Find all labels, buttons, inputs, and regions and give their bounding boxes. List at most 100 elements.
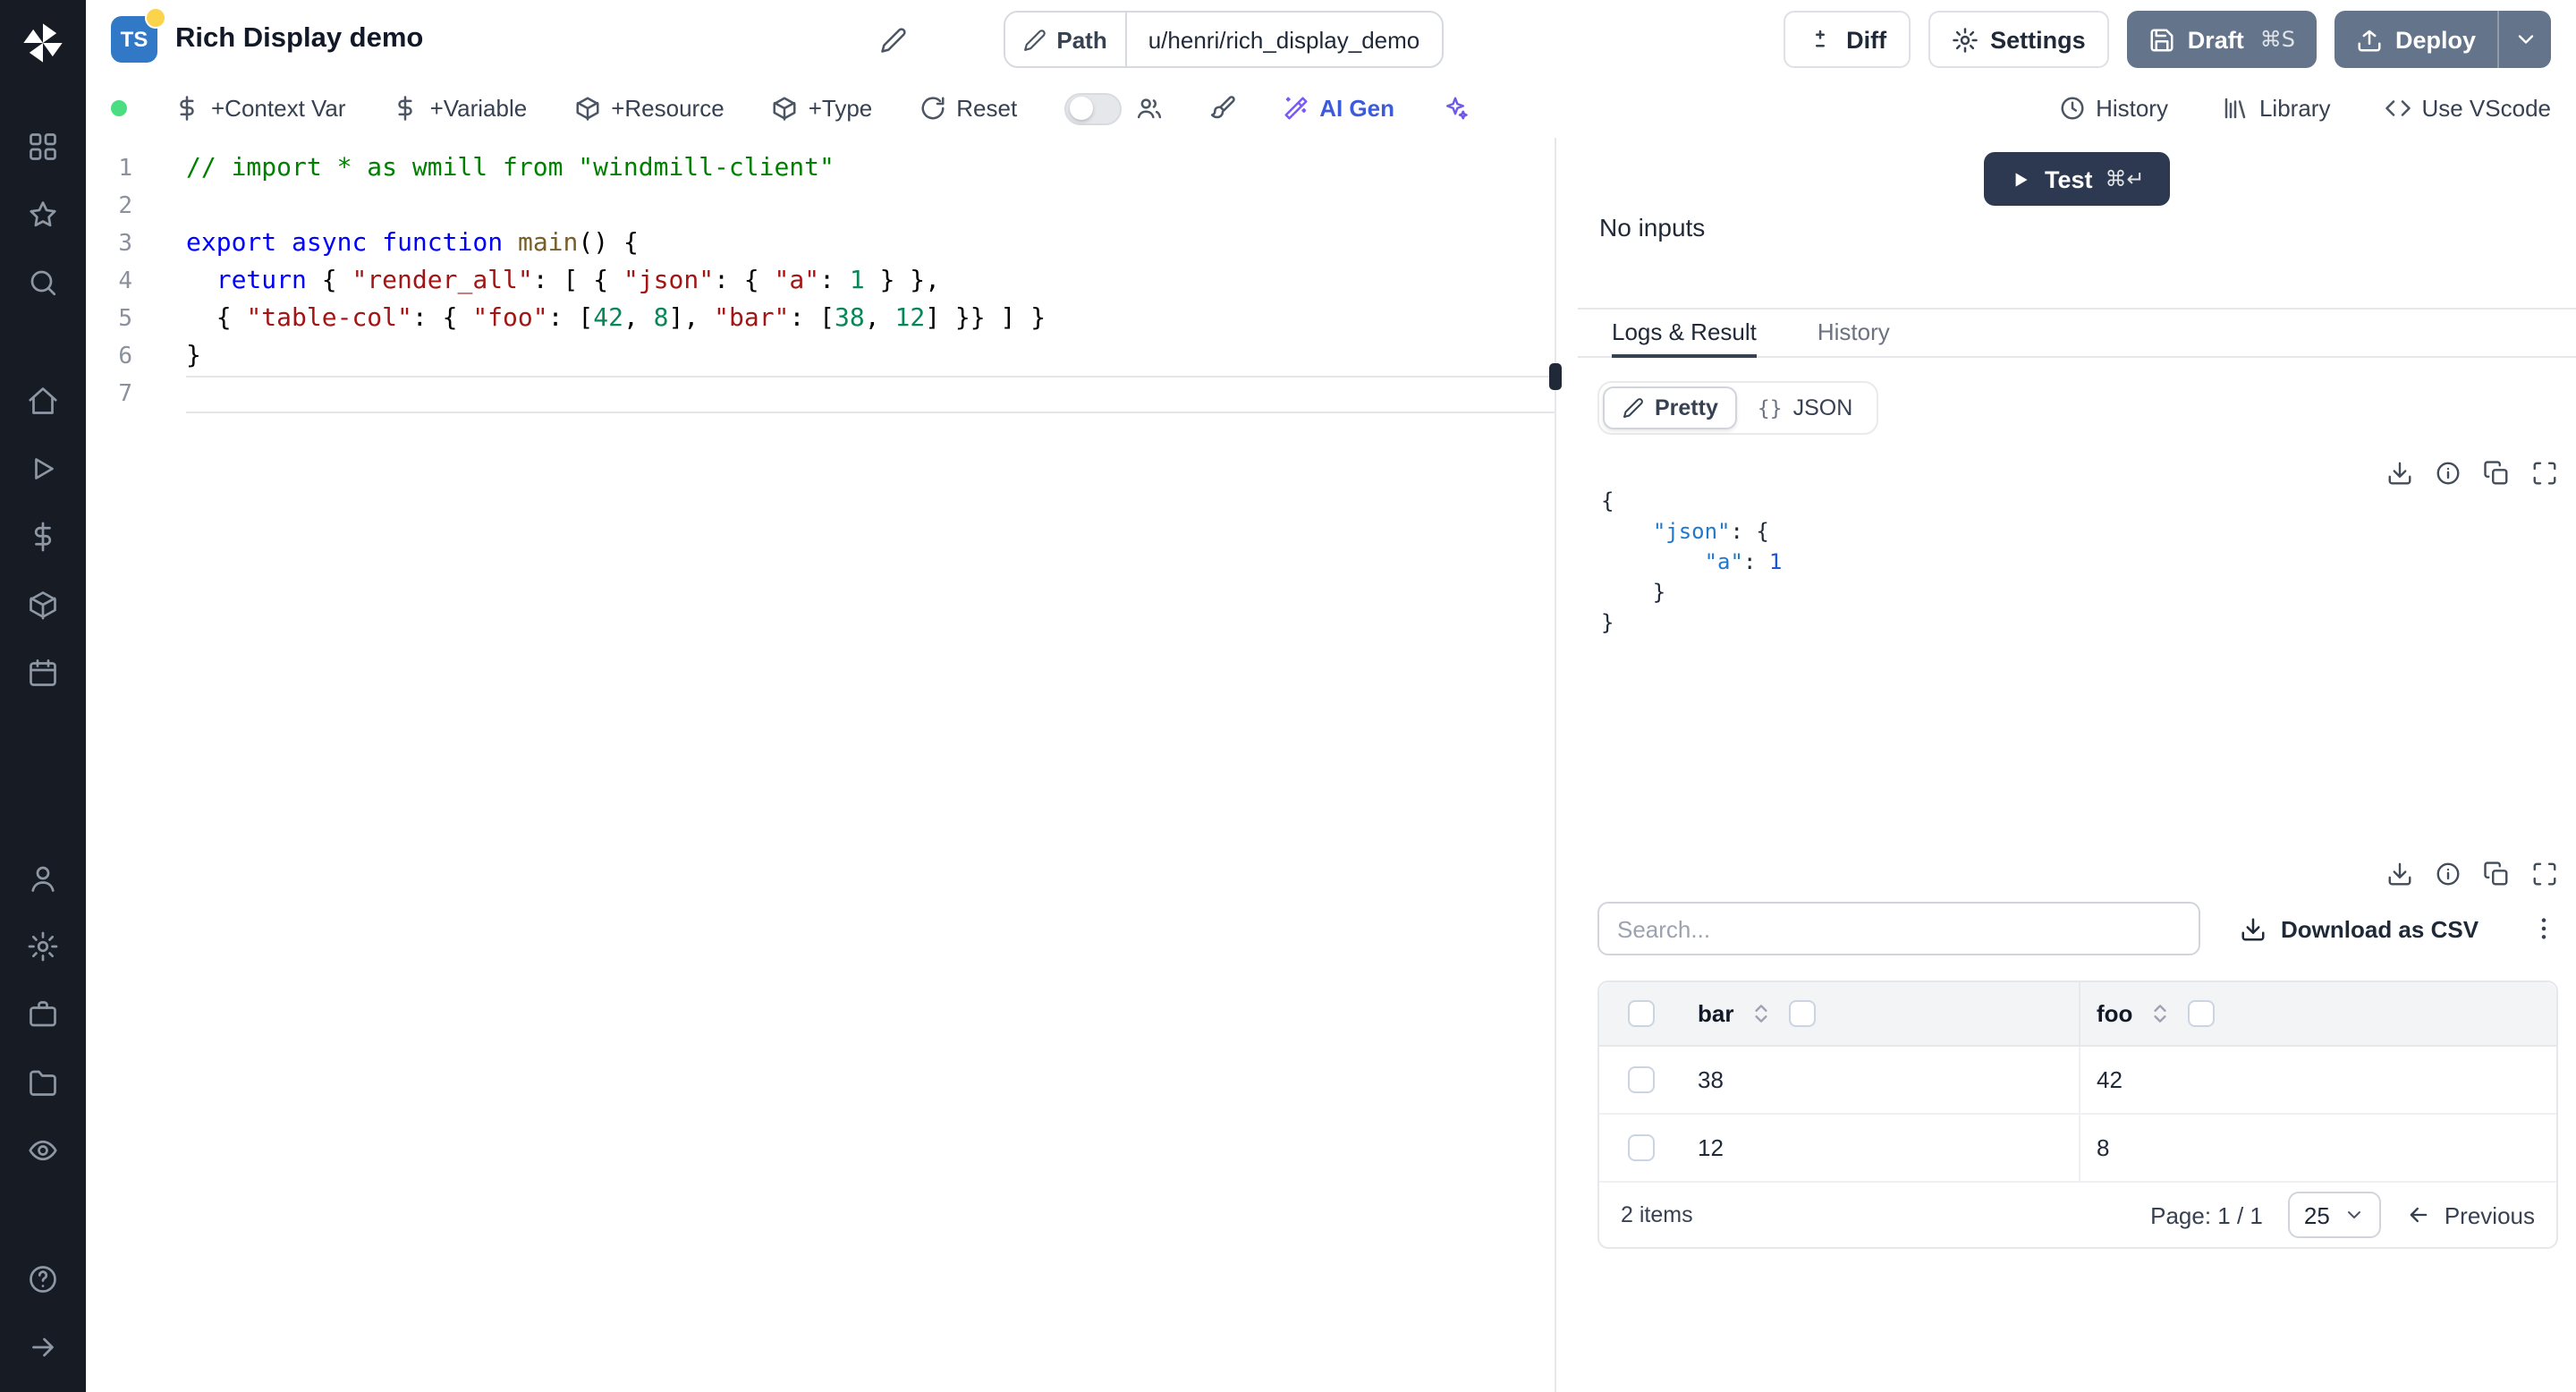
emoji-badge (145, 7, 166, 29)
table-result-actions (2386, 861, 2558, 887)
add-context-var-button[interactable]: +Context Var (174, 95, 346, 122)
script-path[interactable]: u/henri/rich_display_demo (1127, 13, 1442, 66)
app-sidebar (0, 0, 86, 1392)
nav-audit-logs-icon[interactable] (7, 1116, 79, 1184)
row-checkbox[interactable] (1627, 1066, 1654, 1093)
no-inputs-label: No inputs (1599, 213, 1706, 242)
add-variable-button[interactable]: +Variable (393, 95, 527, 122)
pane-splitter[interactable] (1549, 138, 1578, 1392)
code-lines[interactable]: // import * as wmill from "windmill-clie… (175, 150, 1555, 1392)
download-icon[interactable] (2386, 861, 2413, 887)
column-header: bar (1698, 1000, 1734, 1027)
nav-schedules-icon[interactable] (7, 639, 79, 707)
status-dot (111, 100, 127, 116)
nav-help-icon[interactable] (7, 1245, 79, 1313)
copy-icon[interactable] (2483, 861, 2510, 887)
download-csv-button[interactable]: Download as CSV (2240, 915, 2479, 942)
nav-folders-icon[interactable] (7, 1048, 79, 1116)
code-editor[interactable]: 1234567 // import * as wmill from "windm… (86, 138, 1555, 1392)
sort-icon[interactable] (1750, 1002, 1773, 1025)
result-tabs: Logs & Result History (1578, 310, 2576, 358)
info-icon[interactable] (2435, 460, 2462, 487)
splitter-handle-icon[interactable] (1549, 363, 1562, 390)
nav-variables-icon[interactable] (7, 503, 79, 571)
history-button[interactable]: History (2058, 95, 2168, 122)
typescript-badge: TS (111, 7, 166, 63)
json-result-actions (2386, 460, 2558, 487)
reset-button[interactable]: Reset (919, 95, 1017, 122)
nav-user-icon[interactable] (7, 845, 79, 912)
sparkles-icon[interactable] (1441, 95, 1468, 122)
settings-button[interactable]: Settings (1928, 11, 2109, 68)
test-button[interactable]: Test ⌘↵ (1984, 152, 2170, 206)
library-button[interactable]: Library (2222, 95, 2330, 122)
users-icon[interactable] (1135, 95, 1162, 122)
editor-toolbar: +Context Var +Variable +Resource +Type R… (86, 79, 2576, 138)
view-pretty-button[interactable]: Pretty (1603, 386, 1738, 429)
result-table: bar foo 38 42 12 8 2 items Page: 1 / 1 2… (1597, 980, 2558, 1249)
sidebar-collapse-icon[interactable] (7, 1313, 79, 1381)
page-size-select[interactable]: 25 (2287, 1192, 2382, 1238)
draft-button[interactable]: Draft ⌘S (2126, 11, 2317, 68)
column-header: foo (2097, 1000, 2133, 1027)
test-shortcut: ⌘↵ (2105, 166, 2145, 191)
result-body: Pretty {} JSON { "json": {"a": 1}} Se… (1578, 358, 2576, 1392)
table-row[interactable]: 38 42 (1599, 1047, 2556, 1115)
column-checkbox[interactable] (2188, 1000, 2216, 1027)
tab-history[interactable]: History (1818, 310, 1890, 358)
table-row[interactable]: 12 8 (1599, 1115, 2556, 1183)
arrow-left-icon (2411, 1207, 2428, 1223)
header: TS Rich Display demo Path u/henri/rich_d… (86, 0, 2576, 79)
ai-gen-button[interactable]: AI Gen (1282, 95, 1394, 122)
page-indicator: Page: 1 / 1 (2150, 1201, 2263, 1228)
table-footer: 2 items Page: 1 / 1 25 Previous (1599, 1183, 2556, 1247)
use-vscode-button[interactable]: Use VScode (2384, 95, 2551, 122)
search-input[interactable] (1597, 902, 2200, 955)
expand-icon[interactable] (2531, 460, 2558, 487)
select-all-checkbox[interactable] (1627, 1000, 1654, 1027)
copy-icon[interactable] (2483, 460, 2510, 487)
windmill-logo[interactable] (16, 16, 70, 70)
table-toolbar: Download as CSV (1597, 902, 2558, 955)
items-count: 2 items (1621, 1202, 1693, 1227)
tab-logs-result[interactable]: Logs & Result (1612, 310, 1757, 358)
multiplayer-toggle[interactable] (1063, 92, 1122, 124)
nav-apps-grid-icon[interactable] (7, 113, 79, 181)
page-title: Rich Display demo (175, 23, 424, 54)
nav-runs-icon[interactable] (7, 435, 79, 503)
format-brush-icon[interactable] (1208, 95, 1235, 122)
nav-resources-icon[interactable] (7, 571, 79, 639)
view-json-button[interactable]: {} JSON (1738, 386, 1872, 429)
add-type-button[interactable]: +Type (771, 95, 872, 122)
nav-settings-icon[interactable] (7, 912, 79, 980)
table-body: 38 42 12 8 (1599, 1047, 2556, 1183)
edit-summary-pencil-icon[interactable] (879, 26, 906, 53)
deploy-dropdown-chevron-icon[interactable] (2497, 11, 2551, 68)
download-icon[interactable] (2386, 460, 2413, 487)
run-inputs-section: Test ⌘↵ No inputs (1578, 138, 2576, 310)
diff-button[interactable]: Diff (1784, 11, 1911, 68)
chevron-down-icon (2348, 1211, 2361, 1218)
nav-search-icon[interactable] (7, 249, 79, 317)
add-resource-button[interactable]: +Resource (573, 95, 724, 122)
nav-star-icon[interactable] (7, 181, 79, 249)
path-group: Path u/henri/rich_display_demo (1003, 11, 1444, 68)
windmill-app: TS Rich Display demo Path u/henri/rich_d… (0, 0, 2576, 1392)
sort-icon[interactable] (2148, 1002, 2172, 1025)
expand-icon[interactable] (2531, 861, 2558, 887)
table-menu-kebab-icon[interactable] (2529, 914, 2558, 943)
path-button[interactable]: Path (1004, 13, 1127, 66)
draft-shortcut: ⌘S (2259, 27, 2295, 52)
json-result: { "json": { "a": 1 }} (1601, 488, 1783, 635)
info-icon[interactable] (2435, 861, 2462, 887)
nav-home-icon[interactable] (7, 367, 79, 435)
deploy-button[interactable]: Deploy (2334, 11, 2497, 68)
nav-workers-icon[interactable] (7, 980, 79, 1048)
line-numbers: 1234567 (118, 156, 132, 408)
column-checkbox[interactable] (1789, 1000, 1817, 1027)
table-header: bar foo (1599, 982, 2556, 1047)
row-checkbox[interactable] (1627, 1134, 1654, 1161)
previous-page-button[interactable]: Previous (2407, 1201, 2535, 1228)
deploy-split-button: Deploy (2334, 11, 2551, 68)
result-view-toggle: Pretty {} JSON (1597, 381, 1878, 435)
